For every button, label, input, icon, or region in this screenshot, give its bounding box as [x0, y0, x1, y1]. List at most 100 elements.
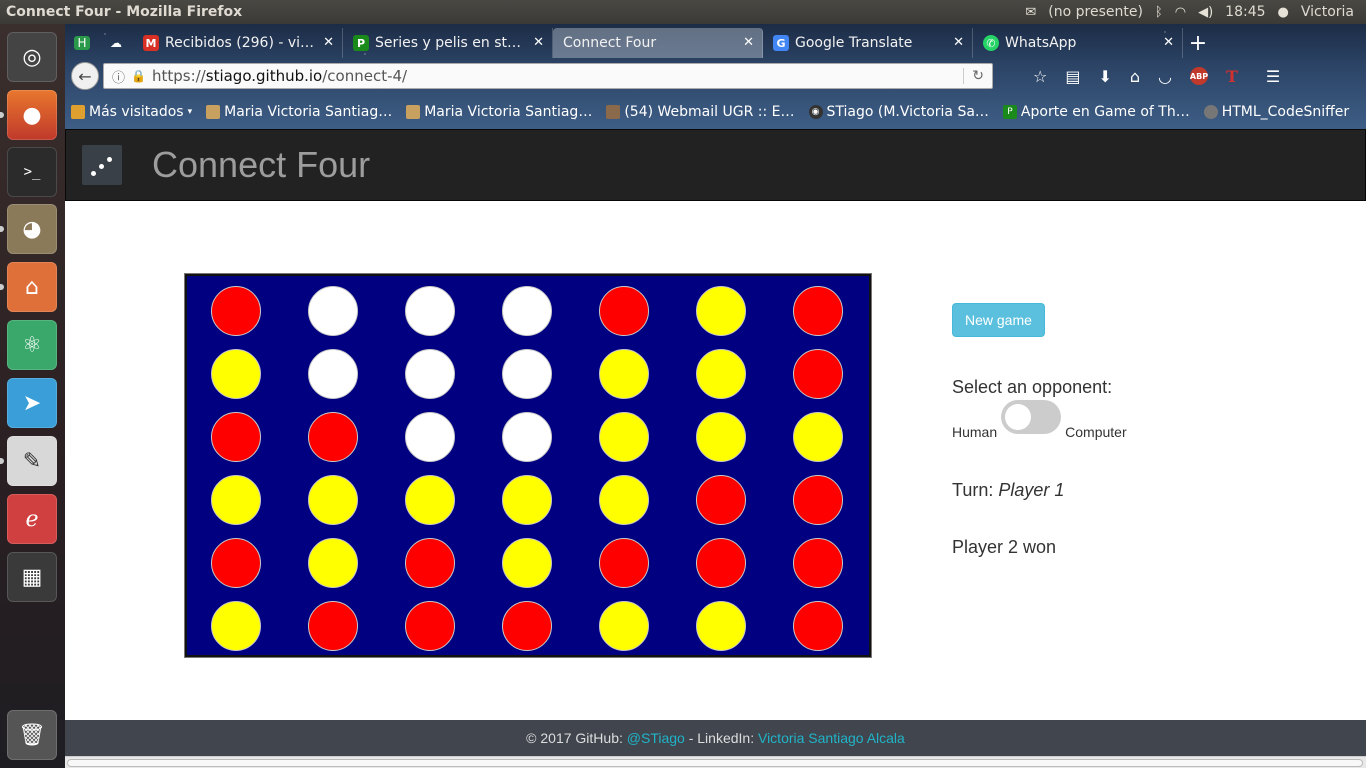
telegram-icon[interactable]: ➤	[7, 378, 57, 428]
tab-series[interactable]: P Series y pelis en stre… ✕	[343, 28, 553, 58]
new-game-button[interactable]: New game	[952, 303, 1045, 337]
board-cell[interactable]	[696, 412, 746, 462]
atom-icon[interactable]: ⚛	[7, 320, 57, 370]
volume-icon[interactable]: ◀)	[1198, 5, 1213, 20]
board-cell[interactable]	[308, 475, 358, 525]
board-cell[interactable]	[696, 349, 746, 399]
tab-google-translate[interactable]: G Google Translate ✕	[763, 28, 973, 58]
close-icon[interactable]: ✕	[743, 35, 754, 50]
bookmark-item[interactable]: Más visitados ▾	[71, 104, 192, 120]
board-cell[interactable]	[793, 286, 843, 336]
gimp-icon[interactable]: ◕	[7, 204, 57, 254]
pocket-icon[interactable]: ◡	[1158, 67, 1172, 86]
board-cell[interactable]	[405, 538, 455, 588]
mail-icon[interactable]: ✉	[1025, 5, 1036, 20]
firefox-icon[interactable]: ●	[7, 90, 57, 140]
board-cell[interactable]	[211, 475, 261, 525]
board-cell[interactable]	[211, 601, 261, 651]
game-board[interactable]	[185, 274, 871, 657]
board-cell[interactable]	[211, 286, 261, 336]
pinned-tab[interactable]: H	[65, 28, 99, 58]
page-title[interactable]: Connect Four	[152, 144, 370, 186]
workspace-switcher-icon[interactable]: ▦	[7, 552, 57, 602]
presence-status[interactable]: (no presente)	[1048, 4, 1143, 20]
board-cell[interactable]	[502, 601, 552, 651]
board-cell[interactable]	[793, 475, 843, 525]
back-button[interactable]: ←	[71, 62, 99, 90]
pdf-viewer-icon[interactable]: ℯ	[7, 494, 57, 544]
board-cell[interactable]	[405, 601, 455, 651]
board-cell[interactable]	[405, 412, 455, 462]
bookmark-item[interactable]: ◉ STiago (M.Victoria Sa…	[808, 104, 989, 120]
home-icon[interactable]: ⌂	[1130, 67, 1140, 86]
info-icon[interactable]: ⓘ	[112, 67, 125, 86]
board-cell[interactable]	[793, 601, 843, 651]
new-tab-button[interactable]: +	[1183, 28, 1213, 58]
board-cell[interactable]	[405, 475, 455, 525]
bookmark-item[interactable]: P Aporte en Game of Th…	[1002, 104, 1190, 120]
board-cell[interactable]	[502, 349, 552, 399]
bookmark-item[interactable]: HTML_CodeSniffer	[1203, 104, 1349, 120]
board-cell[interactable]	[696, 538, 746, 588]
files-icon[interactable]: ⌂	[7, 262, 57, 312]
board-cell[interactable]	[405, 286, 455, 336]
menu-icon[interactable]: ☰	[1266, 67, 1280, 86]
tab-connect-four[interactable]: Connect Four ✕	[553, 28, 763, 58]
board-cell[interactable]	[308, 349, 358, 399]
board-cell[interactable]	[211, 412, 261, 462]
adblock-icon[interactable]: ABP	[1190, 67, 1208, 85]
close-icon[interactable]: ✕	[1163, 35, 1174, 50]
board-cell[interactable]	[793, 349, 843, 399]
board-cell[interactable]	[502, 412, 552, 462]
board-cell[interactable]	[599, 538, 649, 588]
scrollbar-thumb[interactable]	[67, 759, 1363, 767]
board-cell[interactable]	[793, 412, 843, 462]
reload-icon[interactable]: ↻	[963, 68, 992, 84]
text-editor-icon[interactable]: ✎	[7, 436, 57, 486]
board-cell[interactable]	[696, 601, 746, 651]
user-icon[interactable]: ●	[1278, 5, 1289, 20]
board-cell[interactable]	[696, 475, 746, 525]
close-icon[interactable]: ✕	[953, 35, 964, 50]
board-cell[interactable]	[308, 601, 358, 651]
pinned-tab[interactable]: ☁	[99, 28, 133, 58]
user-name[interactable]: Victoria	[1301, 4, 1354, 20]
bookmark-star-icon[interactable]: ☆	[1033, 67, 1047, 86]
download-icon[interactable]: ⬇	[1098, 67, 1111, 86]
bluetooth-icon[interactable]: ᛒ	[1155, 5, 1163, 20]
trash-icon[interactable]: 🗑	[7, 710, 57, 760]
close-icon[interactable]: ✕	[323, 35, 334, 50]
terminal-icon[interactable]: >_	[7, 147, 57, 197]
tab-gmail[interactable]: M Recibidos (296) - vic… ✕	[133, 28, 343, 58]
clock[interactable]: 18:45	[1225, 4, 1265, 20]
site-logo[interactable]	[82, 145, 122, 185]
opponent-toggle[interactable]	[1001, 400, 1062, 434]
board-cell[interactable]	[696, 286, 746, 336]
board-cell[interactable]	[405, 349, 455, 399]
url-bar[interactable]: ⓘ 🔒 https://stiago.github.io/connect-4/ …	[103, 63, 993, 89]
translate-ext-icon[interactable]: T	[1226, 67, 1238, 86]
horizontal-scrollbar[interactable]	[65, 756, 1366, 768]
board-cell[interactable]	[599, 475, 649, 525]
board-cell[interactable]	[502, 286, 552, 336]
board-cell[interactable]	[599, 412, 649, 462]
board-cell[interactable]	[793, 538, 843, 588]
reader-view-icon[interactable]: ▤	[1065, 67, 1080, 86]
bookmark-item[interactable]: Maria Victoria Santiag…	[206, 104, 392, 120]
board-cell[interactable]	[502, 538, 552, 588]
tab-whatsapp[interactable]: ✆ WhatsApp ✕	[973, 28, 1183, 58]
board-cell[interactable]	[308, 286, 358, 336]
board-cell[interactable]	[308, 412, 358, 462]
board-cell[interactable]	[502, 475, 552, 525]
ubuntu-dash-icon[interactable]: ◎	[7, 32, 57, 82]
bookmark-item[interactable]: Maria Victoria Santiag…	[406, 104, 592, 120]
board-cell[interactable]	[599, 349, 649, 399]
board-cell[interactable]	[599, 601, 649, 651]
wifi-icon[interactable]: ◠	[1175, 5, 1186, 20]
board-cell[interactable]	[308, 538, 358, 588]
board-cell[interactable]	[211, 349, 261, 399]
board-cell[interactable]	[599, 286, 649, 336]
bookmark-item[interactable]: (54) Webmail UGR :: E…	[606, 104, 795, 120]
close-icon[interactable]: ✕	[533, 35, 544, 50]
board-cell[interactable]	[211, 538, 261, 588]
